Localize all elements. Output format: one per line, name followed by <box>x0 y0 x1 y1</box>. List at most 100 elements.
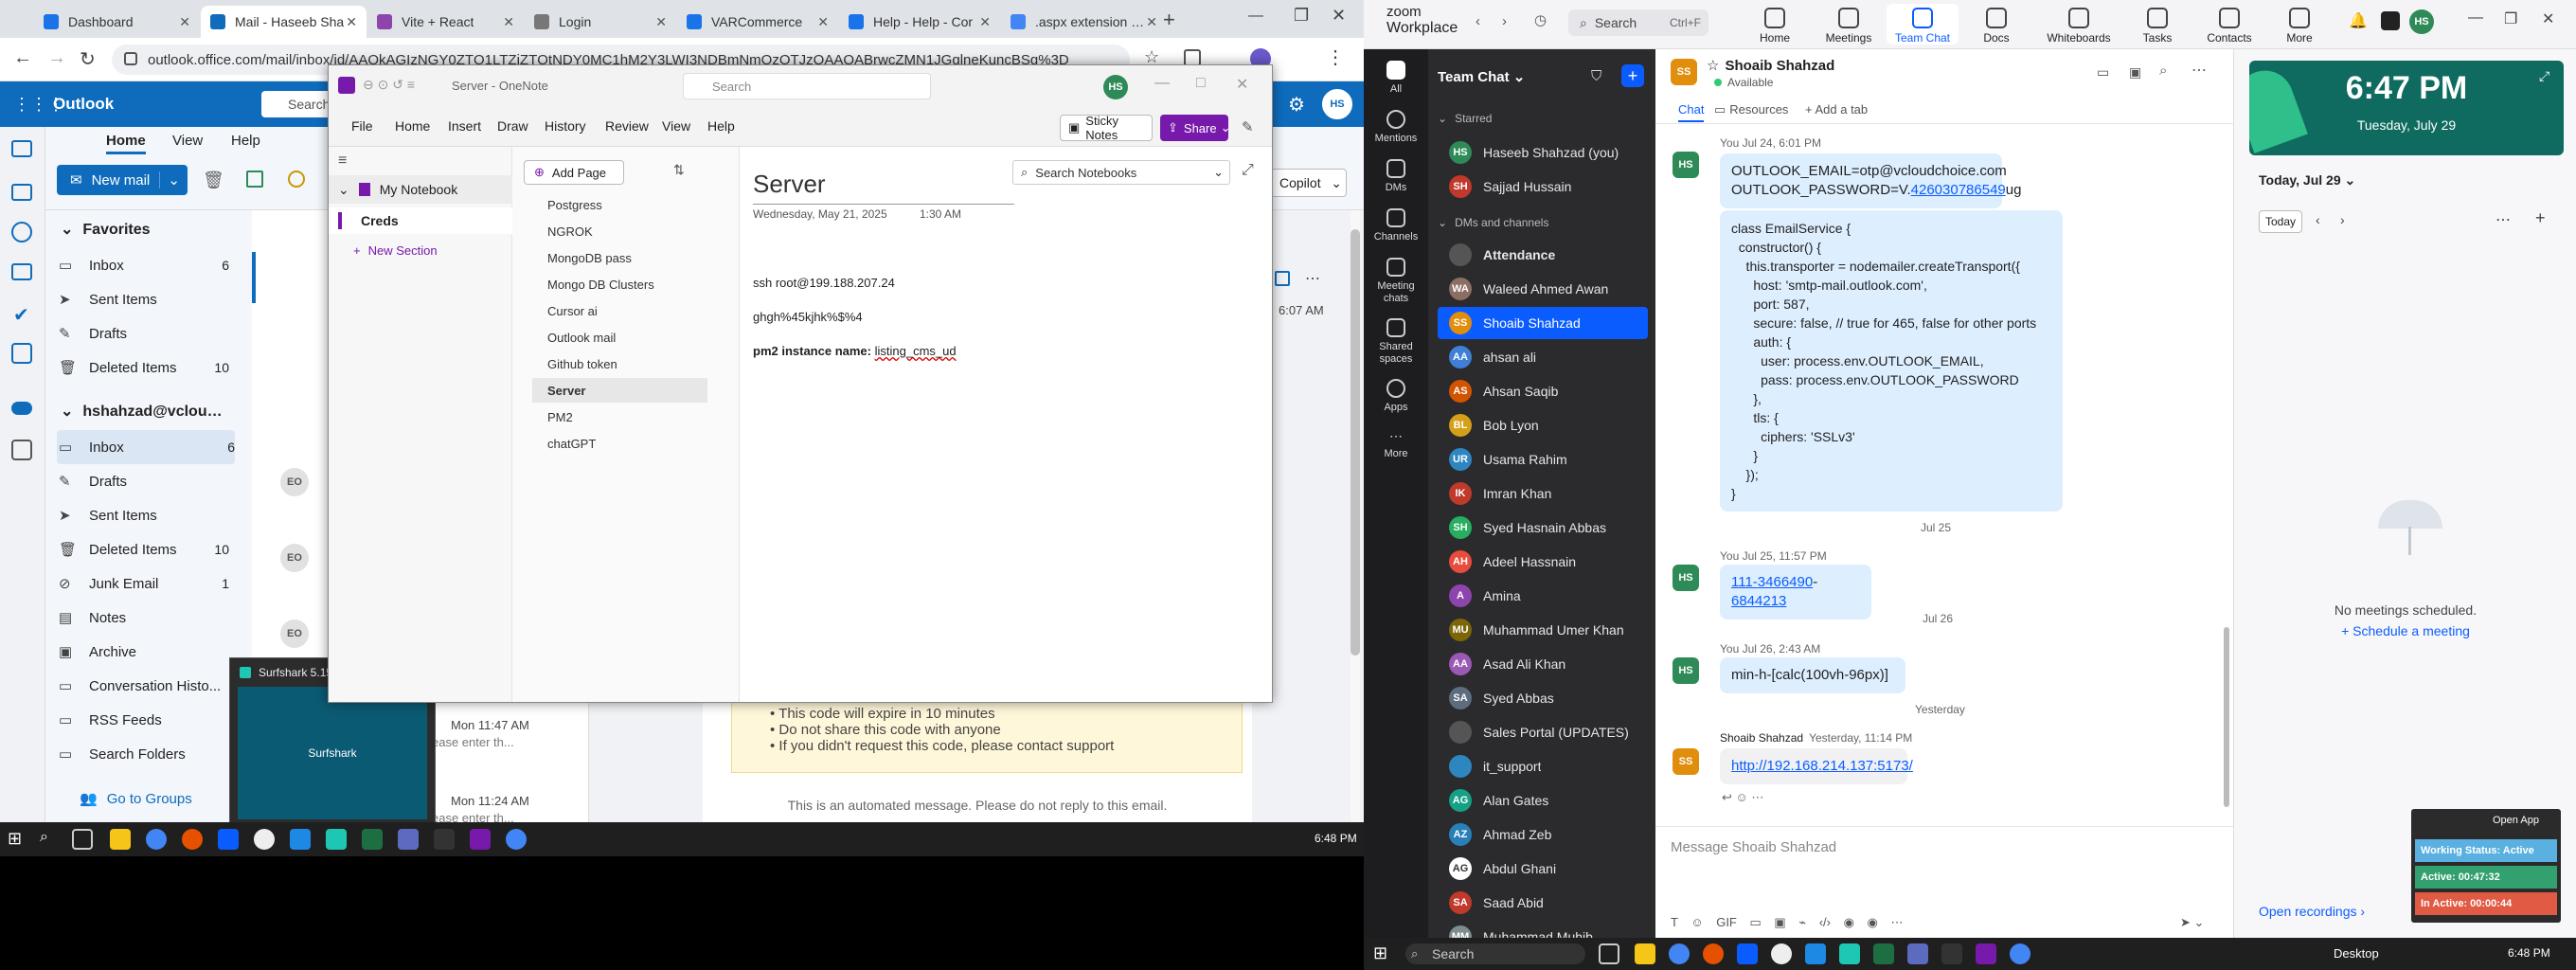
chevron-left-icon[interactable]: ‹ <box>2316 212 2320 227</box>
expand-icon[interactable]: ⤢ <box>2539 68 2549 84</box>
app-icon[interactable] <box>1771 943 1792 964</box>
file-explorer-icon[interactable] <box>110 829 131 850</box>
back-icon[interactable]: ← <box>13 47 32 69</box>
close-icon[interactable]: ✕ <box>655 14 667 30</box>
history-icon[interactable]: ◷ <box>1534 11 1547 28</box>
delete-icon[interactable]: 🗑 <box>203 171 224 190</box>
scrollbar[interactable] <box>1351 210 1360 822</box>
tab-varcommerce[interactable]: VARCommerce ✕ <box>677 6 838 38</box>
go-to-groups-link[interactable]: 👥 Go to Groups <box>80 790 192 807</box>
ribbon-tab-view[interactable]: View <box>172 133 203 149</box>
chat-item[interactable]: SH Sajjad Hussain <box>1438 171 1648 203</box>
onenote-icon[interactable] <box>1976 943 1996 964</box>
teams-icon[interactable] <box>1907 943 1928 964</box>
zoom-icon[interactable] <box>218 829 239 850</box>
app-icon[interactable] <box>2381 11 2400 30</box>
page-item[interactable]: chatGPT <box>532 431 707 456</box>
folder-deleted[interactable]: 🗑 Deleted Items 10 <box>59 532 229 566</box>
close-window-icon[interactable]: ✕ <box>1332 6 1346 26</box>
new-mail-button[interactable]: ✉ New mail ⌄ <box>57 165 188 195</box>
page-item[interactable]: Postgress <box>532 192 707 217</box>
windows-start-icon[interactable]: ⊞ <box>8 829 28 850</box>
chevron-right-icon[interactable]: › <box>1502 13 1507 29</box>
chevron-left-icon[interactable]: ‹ <box>1476 13 1480 29</box>
chat-item[interactable]: AG Alan Gates <box>1438 784 1648 817</box>
chat-item[interactable]: Attendance <box>1438 239 1648 271</box>
schedule-meeting-link[interactable]: + Schedule a meeting <box>2234 623 2576 638</box>
onenote-avatar[interactable]: HS <box>1103 75 1128 99</box>
page-item[interactable]: Cursor ai <box>532 298 707 323</box>
menu-history[interactable]: History <box>545 118 586 134</box>
menu-dots-icon[interactable]: ⋮ <box>1326 45 1345 69</box>
tab-mail[interactable]: Mail - Haseeb Sha ✕ <box>201 6 367 38</box>
firefox-icon[interactable] <box>1703 943 1724 964</box>
zoom-search[interactable]: ⌕ Search Ctrl+F <box>1568 9 1708 36</box>
tab-aspx[interactable]: .aspx extension - C ✕ <box>1001 6 1167 38</box>
ribbon-tab-home[interactable]: Home <box>106 133 146 154</box>
chat-item[interactable]: BL Bob Lyon <box>1438 409 1648 441</box>
search-icon[interactable]: ⌕ <box>2159 63 2167 79</box>
onedrive-icon[interactable] <box>11 402 32 415</box>
share-button[interactable]: ⇪ Share ⌄ <box>1160 115 1231 141</box>
close-icon[interactable]: ✕ <box>1236 75 1248 94</box>
archive-icon[interactable] <box>246 171 263 188</box>
chat-item[interactable]: SH Syed Hasnain Abbas <box>1438 512 1648 544</box>
chrome-icon[interactable] <box>2010 943 2030 964</box>
tab-dashboard[interactable]: Dashboard ✕ <box>34 6 200 38</box>
firefox-icon[interactable] <box>182 829 203 850</box>
more-icon[interactable]: ⋯ <box>1305 269 1320 288</box>
chat-item-selected[interactable]: SS Shoaib Shahzad <box>1438 307 1648 339</box>
add-tab-button[interactable]: + Add a tab <box>1805 102 1868 117</box>
fav-deleted[interactable]: 🗑 Deleted Items 10 <box>59 350 229 385</box>
message-bubble[interactable]: OUTLOOK_EMAIL=otp@vcloudchoice.com OUTLO… <box>1720 153 2021 208</box>
chat-item[interactable]: SA Saad Abid <box>1438 887 1648 919</box>
excel-icon[interactable] <box>362 829 383 850</box>
minimize-icon[interactable]: — <box>1248 8 1263 25</box>
message-bubble[interactable]: http://192.168.214.137:5173/ <box>1720 748 1913 784</box>
chrome-icon[interactable] <box>146 829 167 850</box>
chat-item[interactable]: it_support <box>1438 750 1648 782</box>
minimize-icon[interactable]: — <box>2468 9 2483 27</box>
reaction-icons[interactable]: ↩ ☺ ⋯ <box>1722 790 1763 805</box>
menu-insert[interactable]: Insert <box>448 118 481 134</box>
new-chat-button[interactable]: + <box>1621 64 1644 87</box>
menu-help[interactable]: Help <box>707 118 735 134</box>
menu-file[interactable]: File <box>351 118 373 134</box>
dms-header[interactable]: ⌄ DMs and channels <box>1438 216 1548 229</box>
teams-icon[interactable] <box>398 829 419 850</box>
message-bubble[interactable]: 111-3466490-6844213 <box>1720 565 1871 620</box>
excel-icon[interactable] <box>1873 943 1894 964</box>
maximize-icon[interactable]: ❐ <box>1294 6 1309 26</box>
close-icon[interactable]: ✕ <box>1146 14 1157 30</box>
chat-item[interactable]: AA Asad Ali Khan <box>1438 648 1648 680</box>
minimize-icon[interactable]: — <box>1154 75 1170 92</box>
search-notebooks[interactable]: ⌕ Search Notebooks ⌄ <box>1012 160 1230 185</box>
open-recordings-link[interactable]: Open recordings › <box>2259 904 2365 919</box>
fav-inbox[interactable]: ▭ Inbox 6 <box>59 248 229 282</box>
nav-more[interactable]: More <box>2263 4 2335 45</box>
scrollbar[interactable] <box>2224 627 2229 807</box>
terminal-icon[interactable] <box>1941 943 1962 964</box>
chat-item[interactable]: MU Muhammad Umer Khan <box>1438 614 1648 646</box>
chat-item[interactable]: A Amina <box>1438 580 1648 612</box>
close-icon[interactable]: ✕ <box>979 14 991 30</box>
terminal-icon[interactable] <box>434 829 455 850</box>
close-icon[interactable]: ✕ <box>346 14 357 30</box>
menu-home[interactable]: Home <box>395 118 430 134</box>
rail-mentions[interactable]: Mentions <box>1364 110 1428 144</box>
filter-icon[interactable]: ⛉ <box>1591 68 1601 84</box>
page-item[interactable]: Outlook mail <box>532 325 707 350</box>
folder-rss[interactable]: ▭ RSS Feeds <box>59 703 229 737</box>
expand-icon[interactable]: ⤢ <box>1242 162 1254 179</box>
people-icon[interactable] <box>11 222 32 242</box>
page-item[interactable]: Github token <box>532 351 707 376</box>
rail-dms[interactable]: DMs <box>1364 159 1428 193</box>
back-icon[interactable]: ⊖ ⊙ ↺ ≡ <box>363 77 415 93</box>
todo-icon[interactable]: ✔ <box>13 303 29 327</box>
screen-share-icon[interactable]: ▣ <box>2129 64 2141 81</box>
account-header[interactable]: ⌄ hshahzad@vcloudc... <box>61 402 227 421</box>
chat-item[interactable]: AS Ahsan Saqib <box>1438 375 1648 407</box>
close-icon[interactable]: ✕ <box>2542 9 2554 28</box>
tab-resources[interactable]: ▭ Resources <box>1714 102 1788 117</box>
rail-more[interactable]: ⋯ More <box>1364 428 1428 459</box>
